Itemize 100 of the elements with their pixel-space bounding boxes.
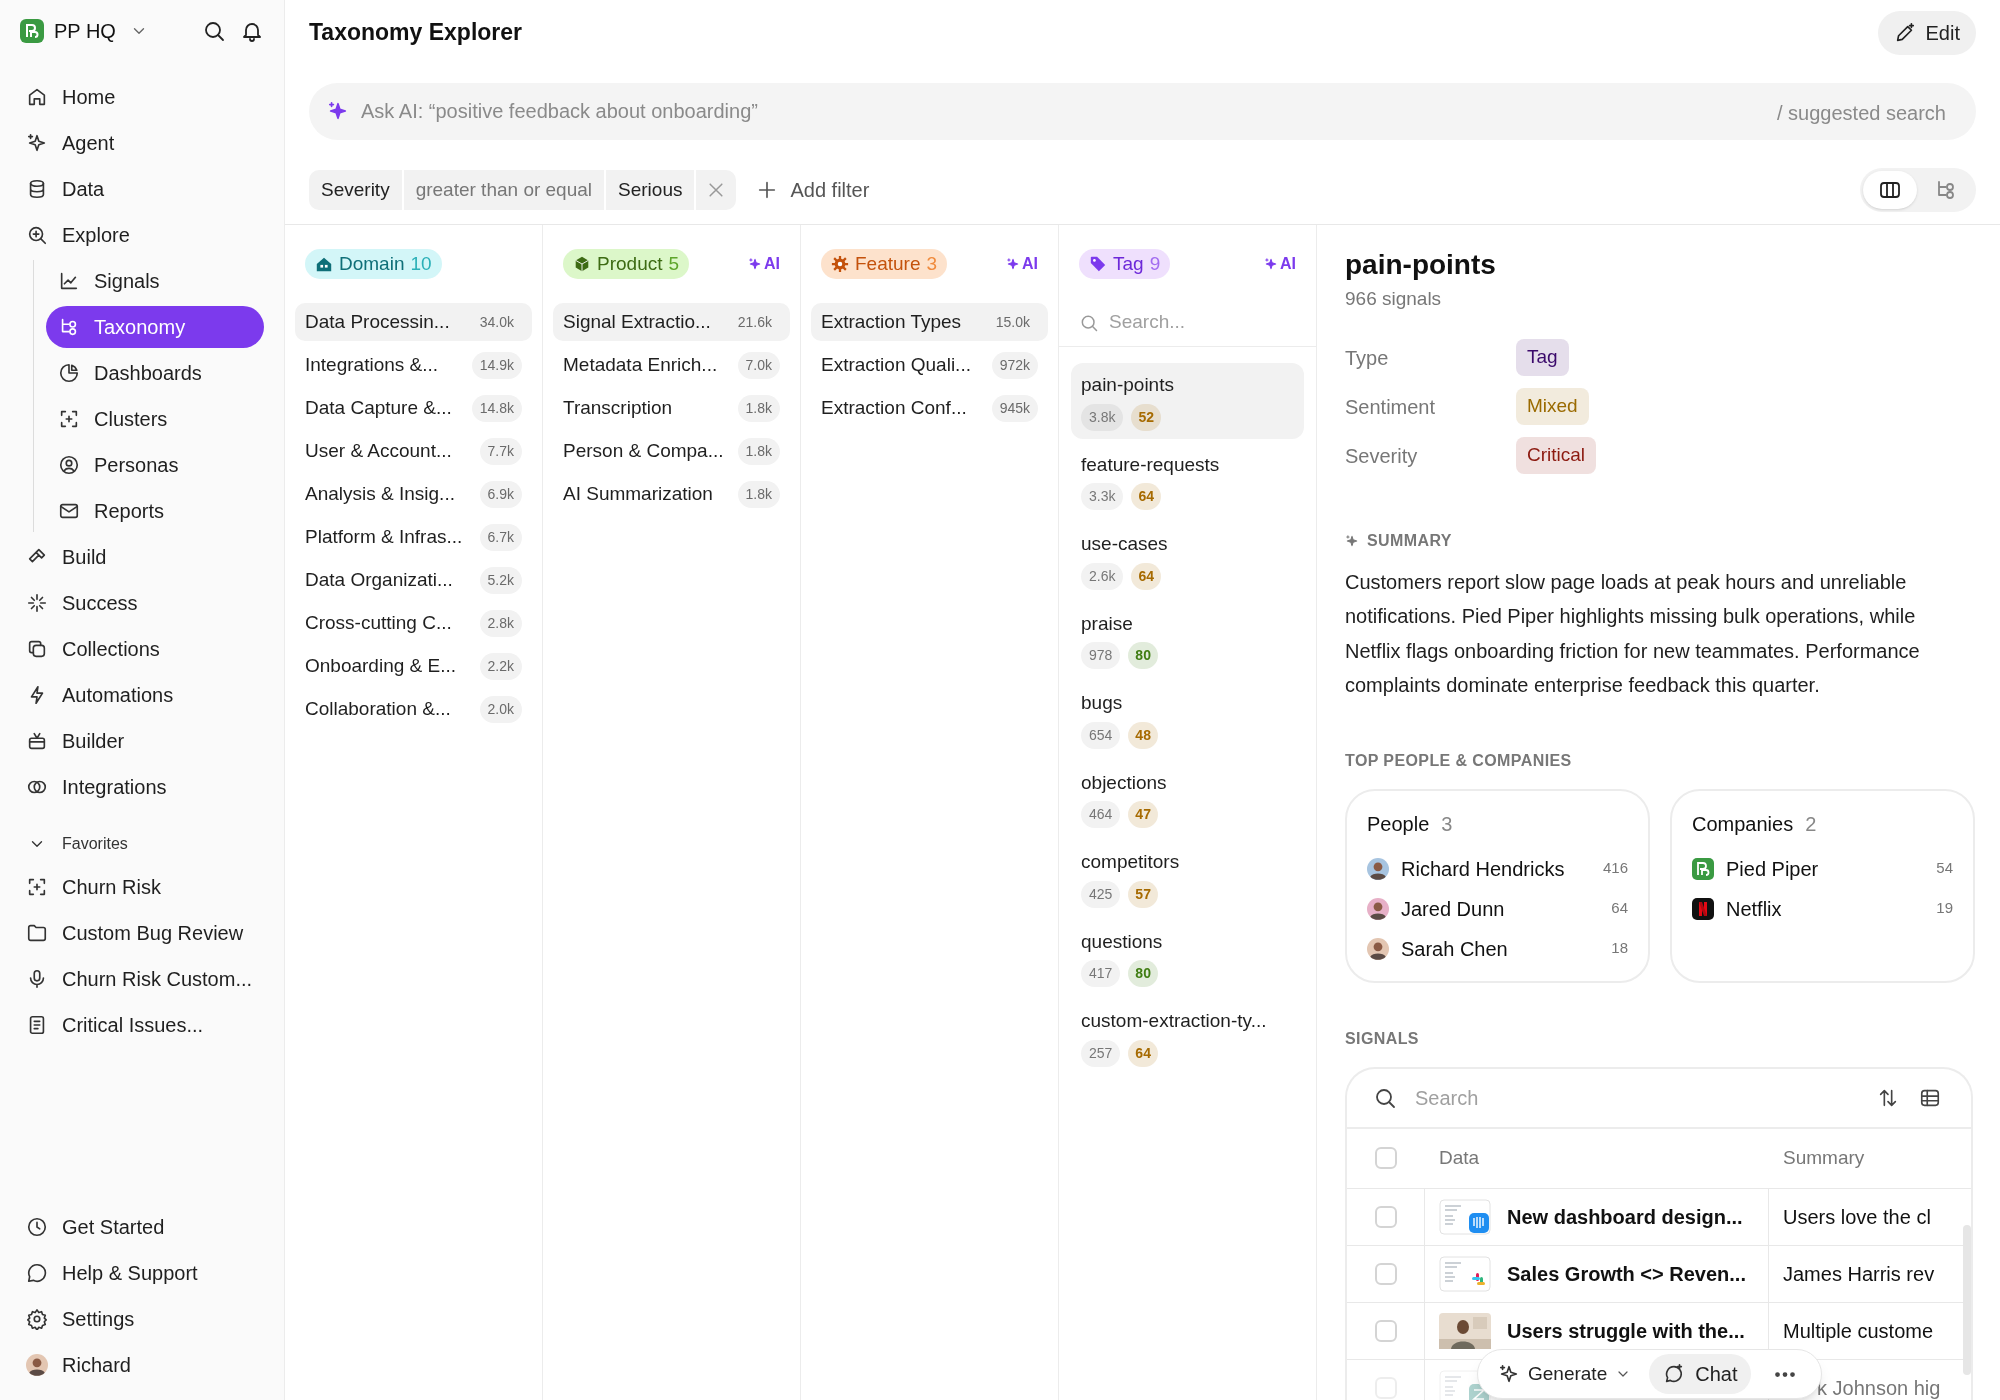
count-label: 945k xyxy=(991,394,1038,422)
score-label: 57 xyxy=(1128,880,1158,908)
nav-item[interactable]: Build xyxy=(20,536,264,578)
favorites-toggle[interactable]: Favorites xyxy=(20,828,264,860)
view-toggle-option[interactable] xyxy=(1863,171,1917,209)
count-label: 654 xyxy=(1081,721,1121,749)
generate-button[interactable]: Generate xyxy=(1490,1354,1640,1394)
tag-item[interactable]: pain-points 3.8k 52 xyxy=(1071,363,1304,439)
nav-item[interactable]: Churn Risk Custom... xyxy=(20,958,264,1000)
tag-item[interactable]: questions 417 80 xyxy=(1071,919,1304,995)
entity-name[interactable]: Richard Hendricks xyxy=(1401,853,1565,884)
category-row[interactable]: Integrations &... 14.9k xyxy=(295,346,532,384)
entity-name[interactable]: Netflix xyxy=(1726,893,1782,924)
nav-item[interactable]: Churn Risk xyxy=(20,866,264,908)
chat-button[interactable]: Chat xyxy=(1649,1354,1752,1394)
edit-button[interactable]: Edit xyxy=(1877,10,1976,55)
category-row[interactable]: Person & Compa... 1.8k xyxy=(553,432,790,470)
category-row[interactable]: AI Summarization 1.8k xyxy=(553,475,790,513)
workspace-switcher[interactable]: PP HQ xyxy=(20,14,148,48)
filter-chip[interactable]: Severity greater than or equal Serious xyxy=(309,170,737,210)
signals-search-field[interactable]: Search xyxy=(1415,1082,1861,1113)
category-label: Signal Extractio... xyxy=(563,309,711,334)
tag-item[interactable]: feature-requests 3.3k 64 xyxy=(1071,442,1304,518)
category-label: Data Processin... xyxy=(305,309,450,334)
nav-item[interactable]: Dashboards xyxy=(46,352,264,394)
score-label: 48 xyxy=(1128,721,1158,749)
tag-item[interactable]: use-cases 2.6k 64 xyxy=(1071,522,1304,598)
category-row[interactable]: Platform & Infras... 6.7k xyxy=(295,518,532,556)
tag-item[interactable]: competitors 425 57 xyxy=(1071,840,1304,916)
card-count: 3 xyxy=(1441,811,1453,837)
category-row[interactable]: Transcription 1.8k xyxy=(553,389,790,427)
nav-item[interactable]: Data xyxy=(20,168,264,210)
nav-item[interactable]: Clusters xyxy=(46,398,264,440)
ai-button[interactable]: AI xyxy=(1264,252,1296,276)
nav-item[interactable]: Critical Issues... xyxy=(20,1004,264,1046)
entity-name[interactable]: Jared Dunn xyxy=(1401,893,1505,924)
nav-item[interactable]: Richard xyxy=(20,1344,264,1386)
tag-item[interactable]: praise 978 80 xyxy=(1071,601,1304,677)
column-header: Data xyxy=(1438,1145,1481,1170)
entity-name[interactable]: Sarah Chen xyxy=(1401,933,1508,964)
nav-item[interactable]: Builder xyxy=(20,720,264,762)
category-row[interactable]: Data Capture &... 14.8k xyxy=(295,389,532,427)
search-button[interactable] xyxy=(202,19,226,43)
category-row[interactable]: Onboarding & E... 2.2k xyxy=(295,647,532,685)
nav-item[interactable]: Reports xyxy=(46,490,264,532)
nav-item[interactable]: Success xyxy=(20,582,264,624)
sparkle-icon xyxy=(327,100,349,122)
signal-title[interactable]: Users struggle with the... xyxy=(1507,1315,1745,1346)
summary-text: Customers report slow page loads at peak hours and unreliable notifications. Pied Piper highlights missing bulk operations, while Netflix flags onboarding friction for new teammates. Performance complaints dominate enterprise feedback this quarter. xyxy=(1345,569,1921,698)
nav-item[interactable]: Agent xyxy=(20,122,264,164)
nav-item[interactable]: Get Started xyxy=(20,1206,264,1248)
tag-item[interactable]: objections 464 47 xyxy=(1071,760,1304,836)
folder-icon xyxy=(26,922,48,944)
tag-item[interactable]: bugs 654 48 xyxy=(1071,681,1304,757)
category-row[interactable]: Extraction Types 15.0k xyxy=(811,303,1048,341)
checkbox[interactable] xyxy=(1374,1319,1397,1342)
property-label: Severity xyxy=(1345,443,1419,469)
nav-item[interactable]: Signals xyxy=(46,260,264,302)
checkbox[interactable] xyxy=(1374,1205,1397,1228)
count-label: 14.8k xyxy=(471,394,522,422)
count-label: 15.0k xyxy=(994,312,1031,332)
category-row[interactable]: Metadata Enrich... 7.0k xyxy=(553,346,790,384)
category-row[interactable]: Collaboration &... 2.0k xyxy=(295,690,532,728)
scrollbar-thumb[interactable] xyxy=(1963,1225,1971,1375)
add-filter-button[interactable]: Add filter xyxy=(756,175,870,205)
category-label: Extraction Quali... xyxy=(821,352,971,377)
nav-item[interactable]: Explore xyxy=(20,214,264,256)
filter-value: Serious xyxy=(606,170,697,210)
signal-summary: James Harris rev xyxy=(1783,1261,1935,1287)
category-row[interactable]: Extraction Quali... 972k xyxy=(811,346,1048,384)
checkbox[interactable] xyxy=(1374,1262,1397,1285)
category-row[interactable]: Data Processin... 34.0k xyxy=(295,303,532,341)
nav-item[interactable]: Settings xyxy=(20,1298,264,1340)
category-row[interactable]: User & Account... 7.7k xyxy=(295,432,532,470)
nav-item[interactable]: Help & Support xyxy=(20,1252,264,1294)
checkbox[interactable] xyxy=(1375,1147,1397,1169)
signal-title[interactable]: Sales Growth <> Reven... xyxy=(1507,1258,1746,1289)
count-label: 6.9k xyxy=(479,480,522,508)
nav-item[interactable]: Integrations xyxy=(20,766,264,808)
category-row[interactable]: Extraction Conf... 945k xyxy=(811,389,1048,427)
entity-name[interactable]: Pied Piper xyxy=(1726,853,1819,884)
nav-item[interactable]: Automations xyxy=(20,674,264,716)
category-row[interactable]: Analysis & Insig... 6.9k xyxy=(295,475,532,513)
nav-item[interactable]: Collections xyxy=(20,628,264,670)
nav-item[interactable]: Custom Bug Review xyxy=(20,912,264,954)
category-row[interactable]: Data Organizati... 5.2k xyxy=(295,561,532,599)
ai-button[interactable]: AI xyxy=(748,252,780,276)
tag-search-field[interactable]: Search... xyxy=(1109,308,1296,337)
nav-item[interactable]: Home xyxy=(20,76,264,118)
nav-item[interactable]: Taxonomy xyxy=(46,306,264,348)
tag-item[interactable]: custom-extraction-ty... 257 64 xyxy=(1071,999,1304,1075)
search-icon xyxy=(202,19,226,43)
stacked-squares-icon xyxy=(26,638,48,660)
nav-item[interactable]: Personas xyxy=(46,444,264,486)
ai-button[interactable]: AI xyxy=(1006,252,1038,276)
tag-name: objections xyxy=(1081,770,1168,795)
category-row[interactable]: Cross-cutting C... 2.8k xyxy=(295,604,532,642)
category-label: Data Organizati... xyxy=(305,567,453,592)
signal-title[interactable]: New dashboard design... xyxy=(1507,1201,1743,1232)
category-row[interactable]: Signal Extractio... 21.6k xyxy=(553,303,790,341)
